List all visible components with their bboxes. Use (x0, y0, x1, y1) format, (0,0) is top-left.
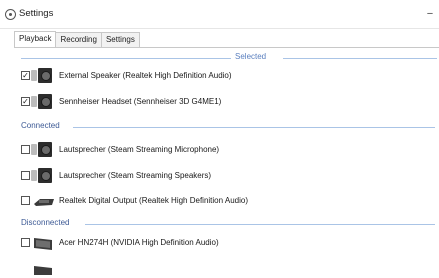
group-header-selected: Selected (21, 52, 439, 64)
device-checkbox[interactable]: ✓ (21, 71, 30, 80)
group-label-connected: Connected (21, 121, 60, 130)
speaker-icon (31, 168, 52, 183)
group-divider (73, 127, 435, 128)
title-bar: Settings − (0, 0, 439, 29)
device-name: Lautsprecher (Steam Streaming Microphone… (59, 145, 220, 154)
monitor-icon (32, 236, 56, 253)
tab-divider (14, 47, 439, 48)
tab-recording[interactable]: Recording (55, 32, 102, 47)
group-divider (21, 58, 231, 59)
device-checkbox[interactable] (21, 238, 30, 247)
tab-playback[interactable]: Playback (14, 31, 57, 47)
group-header-disconnected: Disconnected (21, 218, 439, 230)
minimize-button[interactable]: − (423, 9, 437, 20)
tab-strip: Playback Recording Settings (14, 31, 140, 48)
group-divider (283, 58, 437, 59)
group-label-disconnected: Disconnected (21, 218, 70, 227)
device-name: Sennheiser Headset (Sennheiser 3D G4ME1) (59, 97, 222, 106)
speaker-icon (31, 94, 52, 109)
digital-output-icon (32, 196, 56, 210)
device-name: Lautsprecher (Steam Streaming Speakers) (59, 171, 212, 180)
settings-app-icon (5, 9, 16, 20)
device-checkbox[interactable] (21, 145, 30, 154)
device-checkbox[interactable] (21, 171, 30, 180)
device-name: External Speaker (Realtek High Definitio… (59, 71, 232, 80)
group-divider (85, 224, 435, 225)
speaker-icon (31, 68, 52, 83)
speaker-icon (31, 142, 52, 157)
device-name: Acer HN274H (NVIDIA High Definition Audi… (59, 238, 219, 247)
group-header-connected: Connected (21, 121, 439, 133)
window-title: Settings (19, 8, 54, 19)
group-label-selected: Selected (235, 52, 267, 61)
tab-settings[interactable]: Settings (100, 32, 140, 47)
device-checkbox[interactable]: ✓ (21, 97, 30, 106)
device-checkbox[interactable] (21, 196, 30, 205)
device-name: Realtek Digital Output (Realtek High Def… (59, 196, 248, 205)
